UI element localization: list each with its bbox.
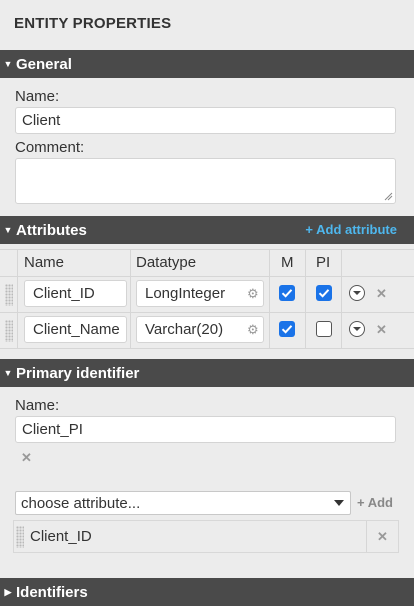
list-item: Client_ID ✕: [13, 520, 399, 553]
section-header-primary-identifier[interactable]: ▼ Primary identifier: [0, 359, 414, 387]
caret-down-icon: ▼: [3, 368, 13, 378]
close-icon[interactable]: ✕: [377, 530, 388, 543]
caret-right-icon: ▶: [4, 586, 12, 597]
pi-name-input[interactable]: Client_PI: [15, 416, 396, 443]
choose-attribute-select[interactable]: choose attribute...: [15, 491, 351, 515]
column-header-datatype: Datatype: [136, 254, 197, 271]
caret-down-icon: ▼: [3, 225, 13, 235]
pi-attribute-label: Client_ID: [30, 528, 92, 545]
section-header-general[interactable]: ▼ General: [0, 50, 414, 78]
drag-handle-icon[interactable]: [5, 284, 13, 306]
comment-label: Comment:: [15, 139, 85, 156]
select-value: choose attribute...: [21, 494, 141, 512]
entity-name-input[interactable]: Client: [15, 107, 396, 134]
chevron-circle-icon[interactable]: [349, 321, 365, 337]
mandatory-checkbox[interactable]: [279, 285, 295, 301]
column-header-name: Name: [24, 254, 65, 271]
panel-title: ENTITY PROPERTIES: [14, 15, 172, 32]
mandatory-checkbox[interactable]: [279, 321, 295, 337]
close-icon[interactable]: ✕: [21, 451, 32, 464]
gear-icon[interactable]: ⚙: [247, 323, 259, 336]
section-header-identifiers[interactable]: ▶ Identifiers: [0, 578, 414, 606]
caret-down-icon: ▼: [3, 59, 13, 69]
primary-identifier-checkbox[interactable]: [316, 321, 332, 337]
comment-textarea[interactable]: [15, 158, 396, 204]
attribute-datatype-input[interactable]: Varchar(20): [136, 316, 264, 343]
primary-identifier-checkbox[interactable]: [316, 285, 332, 301]
drag-handle-icon[interactable]: [5, 320, 13, 342]
add-pi-attribute-button[interactable]: + Add: [357, 495, 393, 510]
gear-icon[interactable]: ⚙: [247, 287, 259, 300]
section-title-general: General: [16, 55, 72, 73]
close-icon[interactable]: ✕: [376, 287, 387, 300]
section-header-attributes[interactable]: ▼ Attributes + Add attribute: [0, 216, 414, 244]
section-title-identifiers: Identifiers: [16, 583, 88, 601]
table-row: Client_Name Varchar(20) ⚙ ✕: [0, 313, 414, 349]
drag-handle-icon[interactable]: [16, 526, 24, 548]
column-header-m: M: [281, 254, 294, 271]
chevron-down-icon: [334, 500, 344, 506]
attribute-name-input[interactable]: Client_ID: [24, 280, 127, 307]
pi-name-label: Name:: [15, 397, 60, 414]
column-header-pi: PI: [316, 254, 331, 271]
table-header-row: Name Datatype M PI: [0, 249, 414, 276]
add-attribute-button[interactable]: + Add attribute: [305, 222, 397, 237]
section-title-attributes: Attributes: [16, 221, 87, 239]
chevron-circle-icon[interactable]: [349, 285, 365, 301]
attribute-datatype-input[interactable]: LongInteger: [136, 280, 264, 307]
resize-grip-icon[interactable]: [384, 192, 393, 201]
close-icon[interactable]: ✕: [376, 323, 387, 336]
section-title-primary-identifier: Primary identifier: [16, 364, 140, 382]
table-row: Client_ID LongInteger ⚙ ✕: [0, 277, 414, 313]
attribute-name-input[interactable]: Client_Name: [24, 316, 127, 343]
name-label: Name:: [15, 88, 60, 105]
